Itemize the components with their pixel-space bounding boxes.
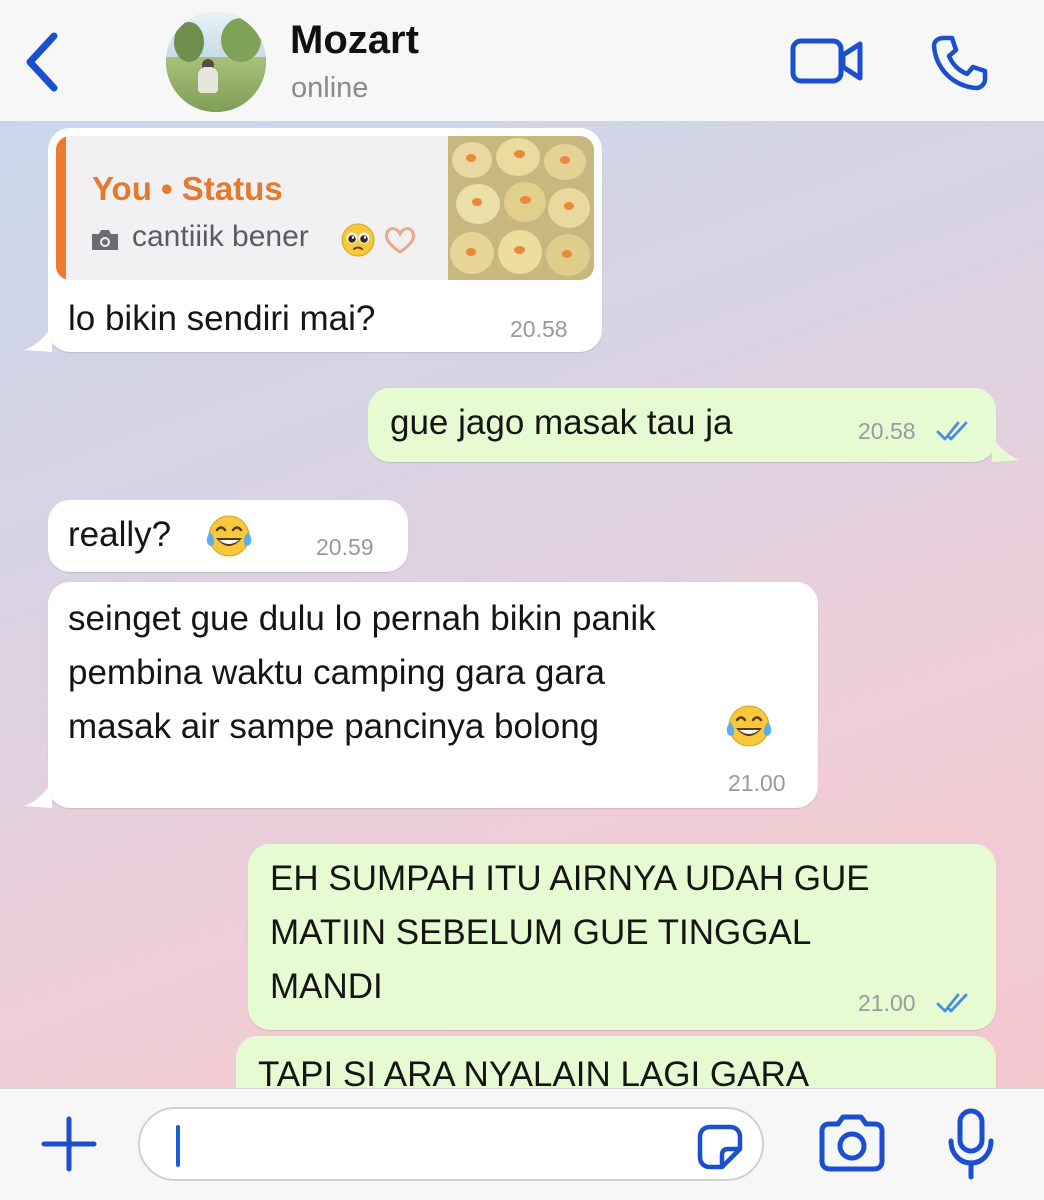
camera-icon bbox=[819, 1114, 885, 1172]
message-bubble-outgoing[interactable]: EH SUMPAH ITU AIRNYA UDAH GUE MATIIN SEB… bbox=[248, 844, 996, 1030]
message-bubble-incoming[interactable]: really? 20.59 bbox=[48, 500, 408, 572]
message-text-line: MATIIN SEBELUM GUE TINGGAL bbox=[270, 913, 812, 952]
composer-bar bbox=[0, 1088, 1044, 1200]
bubble-tail bbox=[24, 326, 52, 352]
message-text-line: TAPI SI ARA NYALAIN LAGI GARA bbox=[258, 1055, 810, 1088]
message-text: lo bikin sendiri mai? bbox=[68, 299, 376, 338]
message-time: 21.00 bbox=[858, 990, 916, 1016]
text-cursor bbox=[176, 1125, 180, 1167]
message-text: gue jago masak tau ja bbox=[390, 403, 733, 442]
read-ticks-icon bbox=[936, 993, 968, 1013]
message-text-line: MANDI bbox=[270, 967, 383, 1006]
message-text-line: pembina waktu camping gara gara bbox=[68, 653, 605, 692]
microphone-button[interactable] bbox=[946, 1107, 996, 1181]
message-list[interactable]: You • Status cantiiik bener lo bikin sen… bbox=[0, 122, 1044, 1088]
message-bubble-incoming[interactable]: seinget gue dulu lo pernah bikin panik p… bbox=[48, 582, 818, 808]
message-text-line: EH SUMPAH ITU AIRNYA UDAH GUE bbox=[270, 859, 870, 898]
tears-of-joy-emoji bbox=[724, 702, 774, 750]
reply-caption: cantiiik bener bbox=[132, 220, 309, 253]
message-input[interactable] bbox=[138, 1107, 764, 1181]
message-text-line: masak air sampe pancinya bolong bbox=[68, 707, 600, 746]
contact-status: online bbox=[291, 72, 369, 104]
microphone-icon bbox=[948, 1108, 994, 1180]
chevron-left-icon bbox=[26, 32, 58, 92]
sticker-button[interactable] bbox=[696, 1123, 744, 1171]
chat-header: Mozart online bbox=[0, 0, 1044, 122]
message-time: 20.58 bbox=[510, 316, 568, 342]
message-bubble-incoming[interactable]: You • Status cantiiik bener lo bikin sen… bbox=[48, 128, 602, 352]
video-camera-icon bbox=[790, 38, 863, 84]
message-bubble-outgoing[interactable]: TAPI SI ARA NYALAIN LAGI GARA bbox=[236, 1036, 996, 1088]
message-text-line: seinget gue dulu lo pernah bikin panik bbox=[68, 599, 656, 638]
message-time: 20.58 bbox=[858, 418, 916, 444]
bubble-tail bbox=[992, 436, 1020, 462]
plus-icon bbox=[41, 1116, 97, 1172]
message-time: 21.00 bbox=[728, 770, 786, 796]
status-reply-preview[interactable]: You • Status cantiiik bener bbox=[56, 136, 594, 280]
read-ticks-icon bbox=[936, 421, 968, 441]
camera-button[interactable] bbox=[818, 1113, 886, 1173]
sticker-icon bbox=[697, 1124, 743, 1170]
phone-icon bbox=[931, 35, 988, 91]
tears-of-joy-emoji bbox=[204, 512, 254, 560]
bubble-tail bbox=[24, 782, 52, 808]
video-call-button[interactable] bbox=[790, 38, 864, 84]
pleading-face-emoji bbox=[341, 223, 375, 257]
heart-hands-emoji bbox=[382, 224, 416, 258]
camera-icon bbox=[90, 228, 120, 252]
message-bubble-outgoing[interactable]: gue jago masak tau ja 20.58 bbox=[368, 388, 996, 462]
message-time: 20.59 bbox=[316, 534, 374, 560]
message-text: really? bbox=[68, 515, 172, 554]
attach-button[interactable] bbox=[38, 1113, 100, 1175]
contact-name[interactable]: Mozart bbox=[290, 18, 419, 63]
back-button[interactable] bbox=[22, 30, 62, 94]
status-thumbnail bbox=[448, 136, 594, 280]
voice-call-button[interactable] bbox=[930, 34, 988, 92]
reply-accent-bar bbox=[56, 136, 66, 280]
reply-title: You • Status bbox=[92, 170, 283, 207]
avatar[interactable] bbox=[166, 12, 266, 112]
